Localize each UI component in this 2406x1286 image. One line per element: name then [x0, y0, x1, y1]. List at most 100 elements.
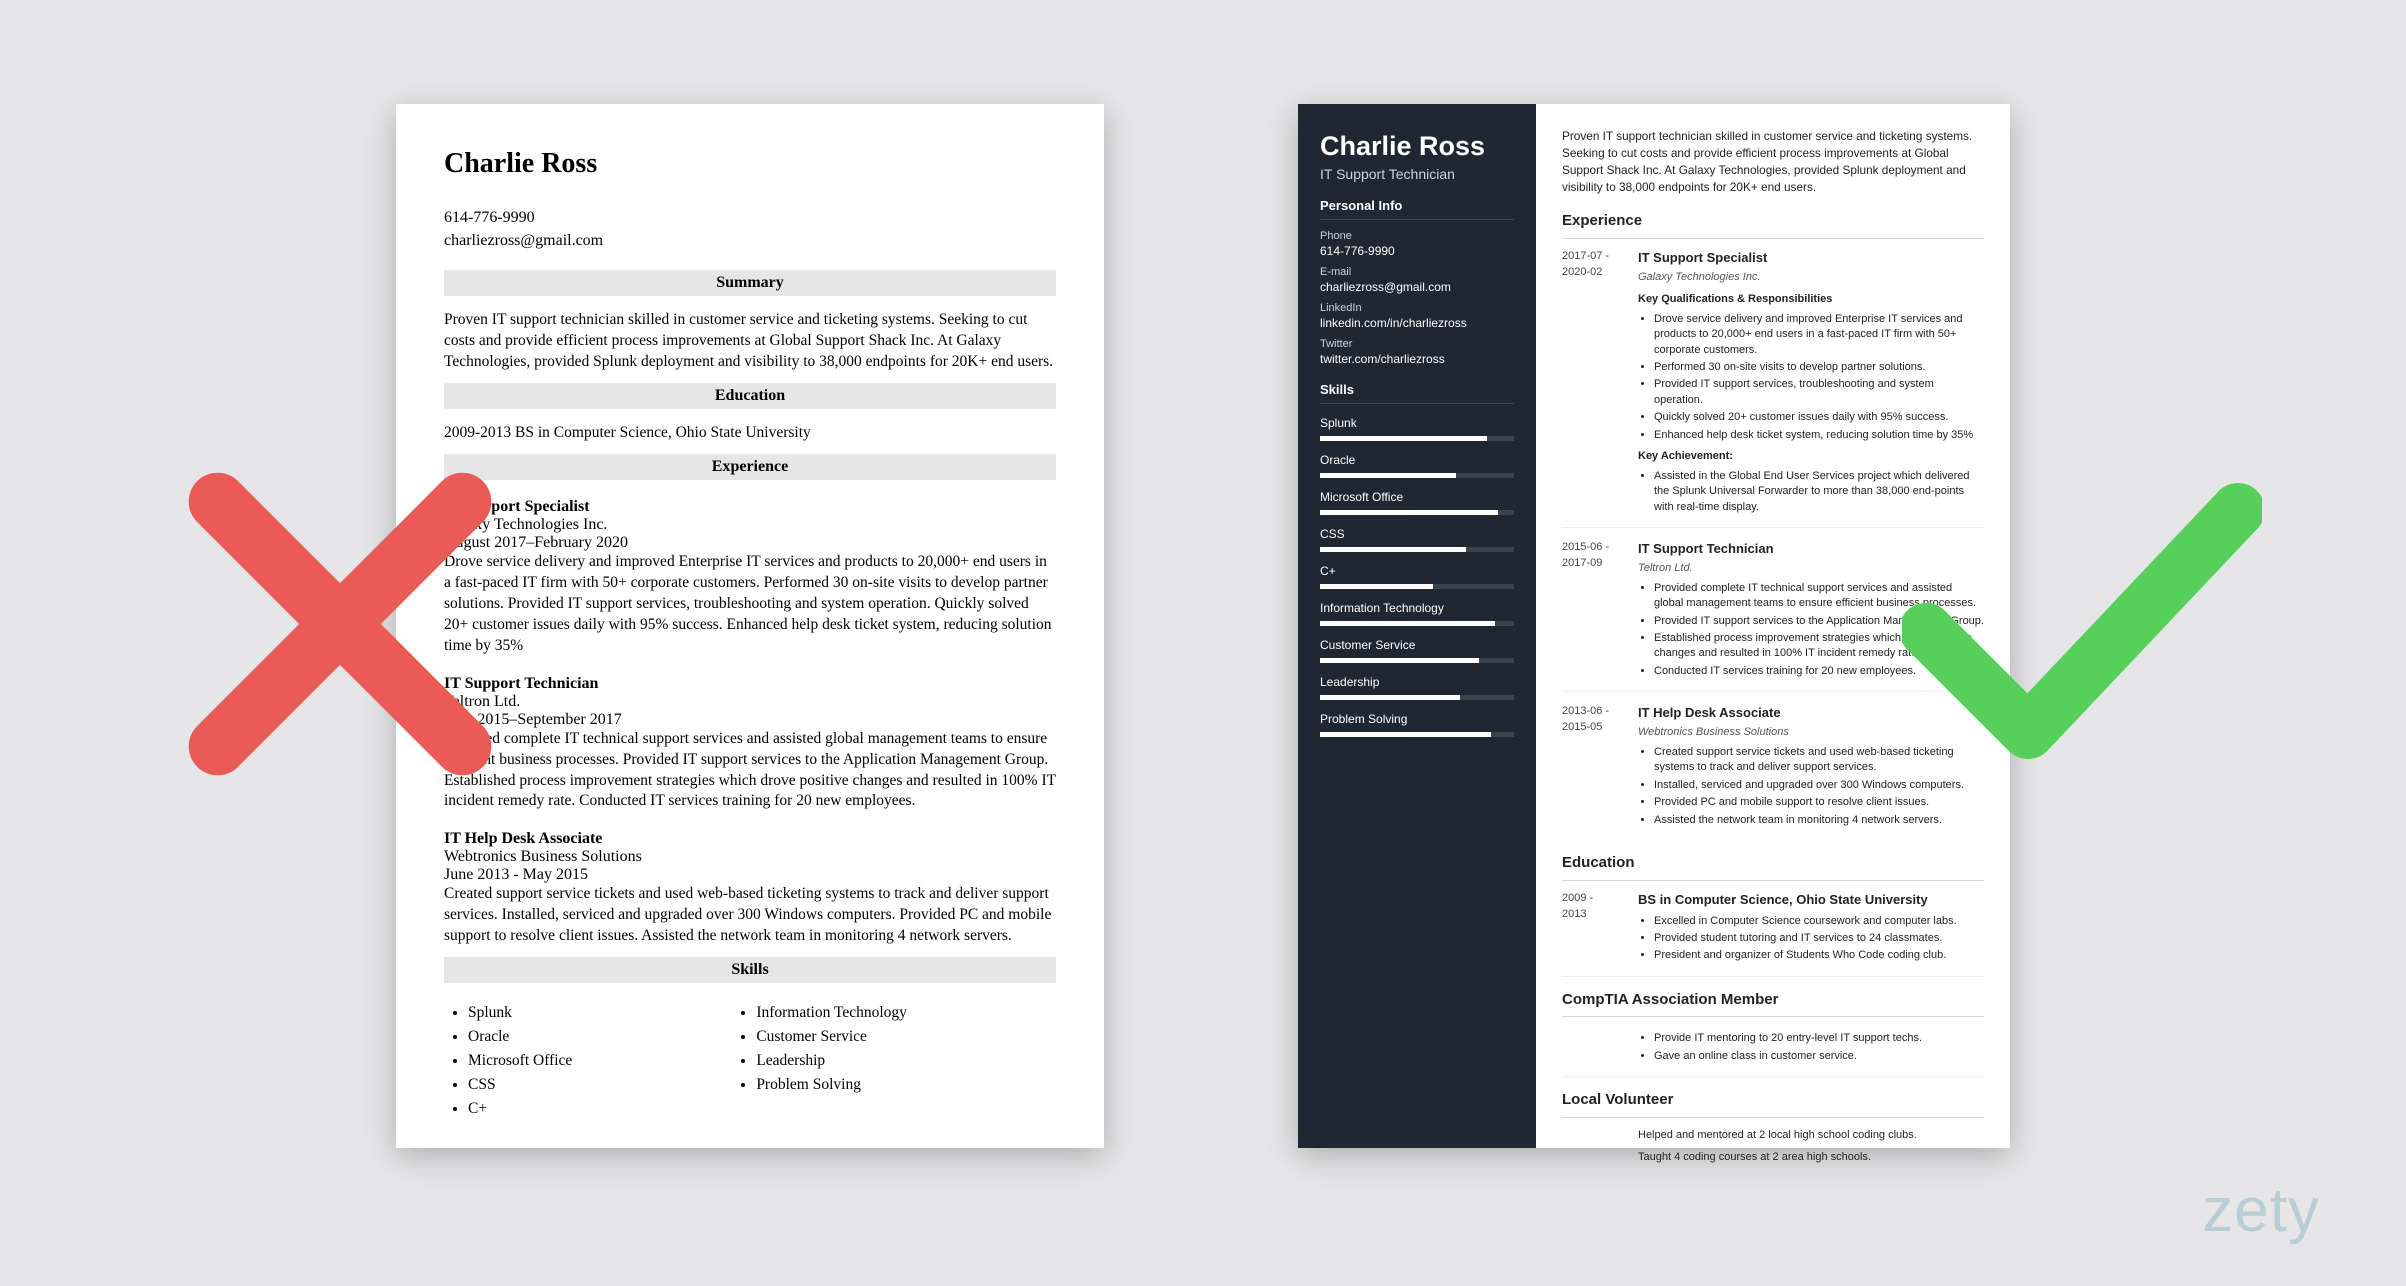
- job-entry: 2017-07 - 2020-02 IT Support Specialist …: [1562, 249, 1984, 528]
- personal-info-heading: Personal Info: [1320, 198, 1514, 220]
- job-block: IT Support Specialist Galaxy Technologie…: [444, 498, 1056, 657]
- job-entry: 2015-06 - 2017-09 IT Support Technician …: [1562, 540, 1984, 692]
- vol-line: Helped and mentored at 2 local high scho…: [1638, 1128, 1984, 1144]
- phone: 614-776-9990: [444, 206, 1056, 229]
- name-heading: Charlie Ross: [444, 148, 1056, 180]
- education-title: BS in Computer Science, Ohio State Unive…: [1638, 891, 1984, 910]
- section-education-bar: Education: [444, 383, 1056, 409]
- skill-row: Problem Solving: [1320, 712, 1514, 737]
- skill-item: Information Technology: [756, 1001, 907, 1025]
- job-company: Teltron Ltd.: [1638, 561, 1984, 577]
- skill-item: CSS: [468, 1073, 572, 1097]
- skill-item: Leadership: [756, 1049, 907, 1073]
- job-bullet: Provided IT support services, troublesho…: [1654, 377, 1984, 408]
- email-value: charliezross@gmail.com: [1320, 280, 1514, 294]
- skill-name: Splunk: [1320, 416, 1514, 430]
- job-title: IT Help Desk Associate: [444, 830, 1056, 848]
- skill-bar: [1320, 473, 1514, 478]
- job-bullet: Provided complete IT technical support s…: [1654, 581, 1984, 612]
- education-heading: Education: [1562, 852, 1984, 881]
- job-body: Provided complete IT technical support s…: [444, 729, 1056, 813]
- skill-row: CSS: [1320, 527, 1514, 552]
- job-bullet: Assisted in the Global End User Services…: [1654, 469, 1984, 515]
- skill-bar: [1320, 436, 1514, 441]
- job-block: IT Support Technician Teltron Ltd. June …: [444, 675, 1056, 813]
- phone-label: Phone: [1320, 230, 1514, 242]
- job-bullet: Drove service delivery and improved Ente…: [1654, 312, 1984, 358]
- volunteer-entry: Helped and mentored at 2 local high scho…: [1562, 1128, 1984, 1182]
- section-skills-bar: Skills: [444, 957, 1056, 983]
- job-bullet: Provided IT support services to the Appl…: [1654, 614, 1984, 629]
- skill-row: Splunk: [1320, 416, 1514, 441]
- skill-name: Oracle: [1320, 453, 1514, 467]
- name-heading: Charlie Ross: [1320, 132, 1514, 160]
- contact-block: 614-776-9990 charliezross@gmail.com: [444, 206, 1056, 252]
- resume-bad: Charlie Ross 614-776-9990 charliezross@g…: [396, 104, 1104, 1148]
- job-entry: 2013-06 - 2015-05 IT Help Desk Associate…: [1562, 704, 1984, 840]
- vol-line: Taught 4 coding courses at 2 area high s…: [1638, 1150, 1984, 1166]
- job-block: IT Help Desk Associate Webtronics Busine…: [444, 830, 1056, 947]
- job-body: Created support service tickets and used…: [444, 884, 1056, 947]
- job-body: Drove service delivery and improved Ente…: [444, 552, 1056, 657]
- skill-item: C+: [468, 1097, 572, 1121]
- job-company: Galaxy Technologies Inc.: [444, 516, 1056, 534]
- job-bullet: Created support service tickets and used…: [1654, 745, 1984, 776]
- skill-name: C+: [1320, 564, 1514, 578]
- job-bullet: Installed, serviced and upgraded over 30…: [1654, 778, 1984, 793]
- brand-watermark: zety: [2202, 1175, 2320, 1246]
- skill-bar: [1320, 621, 1514, 626]
- summary-text: Proven IT support technician skilled in …: [1562, 128, 1984, 196]
- skill-name: Problem Solving: [1320, 712, 1514, 726]
- skill-row: Oracle: [1320, 453, 1514, 478]
- skill-row: Leadership: [1320, 675, 1514, 700]
- phone-value: 614-776-9990: [1320, 244, 1514, 258]
- volunteer-heading: Local Volunteer: [1562, 1089, 1984, 1118]
- job-dates: June 2013 - May 2015: [444, 866, 1056, 884]
- skill-bar: [1320, 732, 1514, 737]
- email-label: E-mail: [1320, 266, 1514, 278]
- job-dates: June 2015–September 2017: [444, 711, 1056, 729]
- skill-row: Customer Service: [1320, 638, 1514, 663]
- skill-item: Microsoft Office: [468, 1049, 572, 1073]
- association-heading: CompTIA Association Member: [1562, 989, 1984, 1018]
- sidebar: Charlie Ross IT Support Technician Perso…: [1298, 104, 1536, 1148]
- job-bullet: Assisted the network team in monitoring …: [1654, 813, 1984, 828]
- edu-bullet: Provided student tutoring and IT service…: [1654, 931, 1984, 946]
- job-bullet: Enhanced help desk ticket system, reduci…: [1654, 428, 1984, 443]
- linkedin-label: LinkedIn: [1320, 302, 1514, 314]
- assoc-bullet: Gave an online class in customer service…: [1654, 1049, 1984, 1064]
- job-bullet: Conducted IT services training for 20 ne…: [1654, 664, 1984, 679]
- job-title: IT Support Technician: [1638, 540, 1984, 559]
- skill-item: Oracle: [468, 1025, 572, 1049]
- role: IT Support Technician: [1320, 166, 1514, 182]
- assoc-bullet: Provide IT mentoring to 20 entry-level I…: [1654, 1031, 1984, 1046]
- skill-bar: [1320, 658, 1514, 663]
- twitter-label: Twitter: [1320, 338, 1514, 350]
- job-title: IT Help Desk Associate: [1638, 704, 1984, 723]
- job-company: Webtronics Business Solutions: [1638, 725, 1984, 741]
- job-dates: August 2017–February 2020: [444, 534, 1056, 552]
- skill-row: C+: [1320, 564, 1514, 589]
- skill-name: Customer Service: [1320, 638, 1514, 652]
- job-bullet: Quickly solved 20+ customer issues daily…: [1654, 410, 1984, 425]
- association-entry: Provide IT mentoring to 20 entry-level I…: [1562, 1027, 1984, 1077]
- skill-bar: [1320, 584, 1514, 589]
- job-title: IT Support Specialist: [444, 498, 1056, 516]
- job-subheading: Key Qualifications & Responsibilities: [1638, 292, 1984, 308]
- email: charliezross@gmail.com: [444, 229, 1056, 252]
- skill-row: Microsoft Office: [1320, 490, 1514, 515]
- skills-heading: Skills: [1320, 382, 1514, 404]
- linkedin-value: linkedin.com/in/charliezross: [1320, 316, 1514, 330]
- job-title: IT Support Technician: [444, 675, 1056, 693]
- skill-name: Leadership: [1320, 675, 1514, 689]
- twitter-value: twitter.com/charliezross: [1320, 352, 1514, 366]
- education-entry: 2009 - 2013 BS in Computer Science, Ohio…: [1562, 891, 1984, 977]
- education-dates: 2009 - 2013: [1562, 891, 1620, 966]
- job-bullet: Provided PC and mobile support to resolv…: [1654, 795, 1984, 810]
- skill-bar: [1320, 695, 1514, 700]
- summary-text: Proven IT support technician skilled in …: [444, 310, 1056, 373]
- skill-item: Customer Service: [756, 1025, 907, 1049]
- job-dates: 2013-06 - 2015-05: [1562, 704, 1620, 830]
- job-title: IT Support Specialist: [1638, 249, 1984, 268]
- section-summary-bar: Summary: [444, 270, 1056, 296]
